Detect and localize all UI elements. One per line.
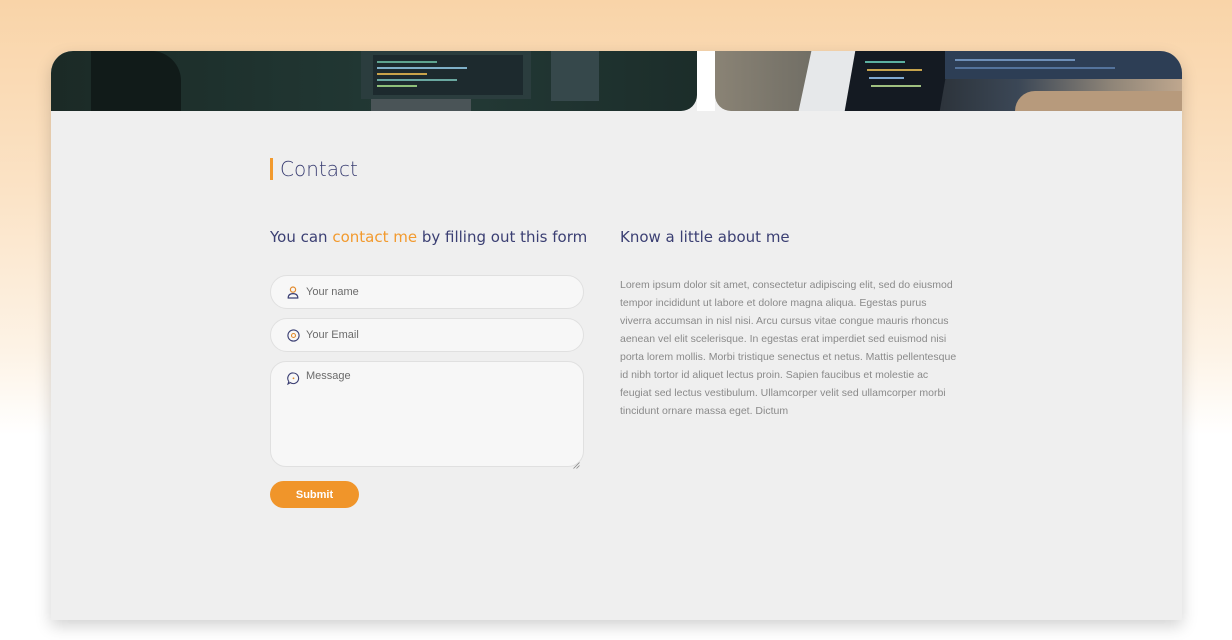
name-field[interactable] (270, 275, 584, 309)
about-heading: Know a little about me (620, 228, 790, 246)
submit-button[interactable]: Submit (270, 481, 359, 508)
page-title: Contact (280, 157, 358, 181)
title-accent-bar (270, 158, 273, 180)
page-frame: Contact You can contact me by filling ou… (0, 0, 1232, 640)
message-input[interactable] (306, 370, 583, 460)
message-field[interactable] (270, 361, 584, 469)
email-field[interactable] (270, 318, 584, 352)
contact-section: Contact You can contact me by filling ou… (51, 51, 1182, 620)
resize-handle[interactable] (573, 456, 580, 469)
form-heading-accent: contact me (332, 228, 418, 246)
name-input[interactable] (306, 286, 583, 298)
form-heading: You can contact me by filling out this f… (270, 228, 587, 246)
form-heading-prefix: You can (270, 228, 333, 246)
user-icon (286, 285, 300, 299)
hero-image-left (51, 51, 697, 111)
about-text: Lorem ipsum dolor sit amet, consectetur … (620, 279, 957, 417)
chat-bubble-icon (286, 371, 300, 385)
hero-gap (697, 51, 715, 111)
hero-image-right (715, 51, 1182, 111)
email-input[interactable] (306, 329, 583, 341)
at-icon (286, 328, 300, 342)
form-heading-suffix: by filling out this form (417, 228, 588, 246)
section-title: Contact (270, 157, 358, 181)
